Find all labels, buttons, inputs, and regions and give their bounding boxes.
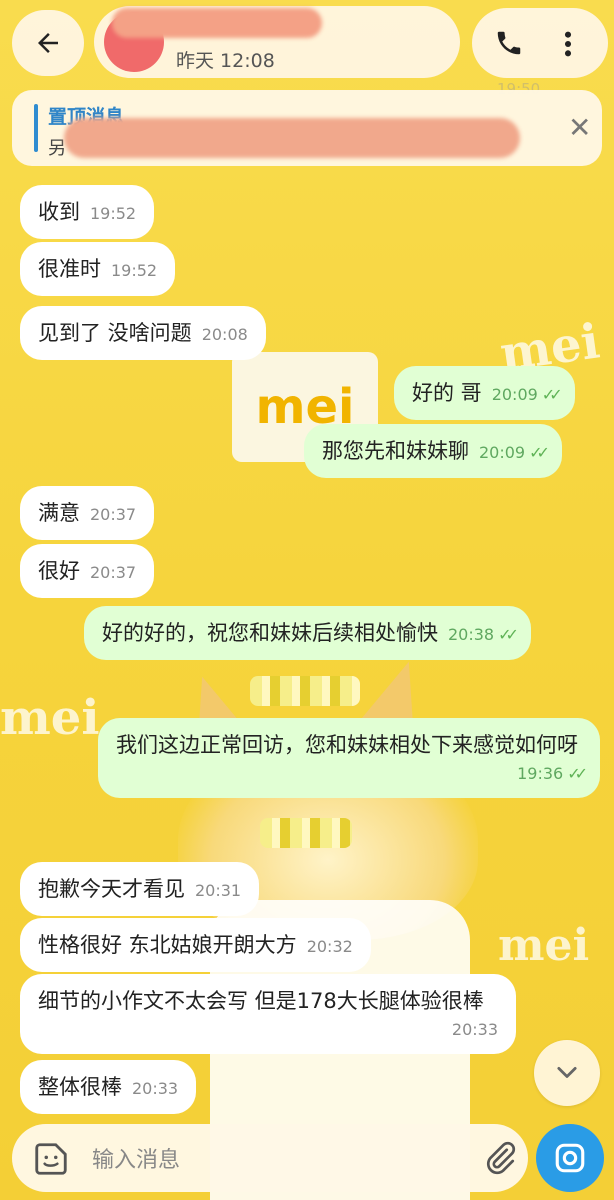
message-bubble[interactable]: 很好 20:37	[20, 544, 155, 599]
message-text: 好的好的，祝您和妹妹后续相处愉快	[102, 621, 438, 645]
message-bubble[interactable]: 好的好的，祝您和妹妹后续相处愉快 20:38 ✓✓	[84, 606, 531, 661]
message-bubble[interactable]: 性格很好 东北姑娘开朗大方 20:32	[20, 918, 371, 973]
message-bubble[interactable]: 整体很棒 20:33	[20, 1060, 197, 1115]
pinned-message[interactable]: 置顶消息 另 ✕	[12, 90, 602, 166]
message-text: 很好	[38, 559, 80, 583]
message-bubble[interactable]: 满意 20:37	[20, 486, 155, 541]
message-time: 20:38	[448, 625, 495, 644]
wallpaper-mosaic	[260, 818, 352, 848]
read-check-icon: ✓✓	[529, 443, 550, 462]
attach-icon[interactable]	[482, 1140, 518, 1176]
message-text: 我们这边正常回访，您和妹妹相处下来感觉如何呀	[116, 733, 578, 757]
read-check-icon: ✓✓	[541, 385, 563, 404]
message-time: 19:52	[90, 204, 137, 223]
message-time: 20:33	[451, 1020, 498, 1040]
pinned-text-redacted	[64, 118, 520, 158]
read-check-icon: ✓✓	[567, 764, 588, 784]
camera-button[interactable]	[536, 1124, 604, 1192]
message-time: 20:37	[90, 563, 137, 582]
message-bubble[interactable]: 很准时 19:52	[20, 242, 176, 297]
message-bubble[interactable]: 好的 哥 20:09 ✓✓	[394, 366, 575, 421]
more-vert-icon[interactable]	[560, 30, 576, 58]
message-time: 20:31	[195, 881, 242, 900]
message-time: 20:08	[201, 325, 248, 344]
message-text: 整体很棒	[38, 1075, 122, 1099]
message-time: 20:33	[132, 1079, 179, 1098]
message-text: 收到	[38, 200, 80, 224]
camera-icon	[555, 1143, 585, 1173]
message-bubble[interactable]: 抱歉今天才看见 20:31	[20, 862, 260, 917]
scroll-to-bottom-button[interactable]	[534, 1040, 600, 1106]
wallpaper-watermark: mei	[0, 690, 100, 746]
back-arrow-icon	[38, 33, 58, 53]
message-bubble[interactable]: 我们这边正常回访，您和妹妹相处下来感觉如何呀 19:36 ✓✓	[98, 718, 600, 798]
message-time: 20:09	[479, 443, 526, 462]
pinned-indicator	[34, 104, 38, 152]
message-text: 很准时	[38, 257, 101, 281]
message-text: 那您先和妹妹聊	[322, 439, 469, 463]
message-text: 满意	[38, 501, 80, 525]
message-text: 性格很好 东北姑娘开朗大方	[38, 933, 297, 957]
message-bubble[interactable]: 收到 19:52	[20, 185, 155, 240]
message-time: 20:32	[306, 937, 353, 956]
message-text: 见到了 没啥问题	[38, 321, 192, 345]
message-input-bar: 输入消息	[12, 1124, 528, 1192]
message-text: 抱歉今天才看见	[38, 877, 185, 901]
message-input[interactable]: 输入消息	[92, 1142, 180, 1174]
message-bubble[interactable]: 细节的小作文不太会写 但是178大长腿体验很棒 20:33	[20, 974, 516, 1054]
read-check-icon: ✓✓	[498, 625, 519, 644]
close-icon[interactable]: ✕	[568, 114, 591, 142]
message-text: 细节的小作文不太会写 但是178大长腿体验很棒	[38, 989, 484, 1013]
message-bubble[interactable]: 那您先和妹妹聊 20:09 ✓✓	[304, 424, 562, 479]
message-bubble[interactable]: 见到了 没啥问题 20:08	[20, 306, 266, 361]
chevron-down-icon	[557, 1066, 577, 1078]
chat-header[interactable]: 昨天 12:08	[94, 6, 460, 78]
message-time: 20:37	[90, 505, 137, 524]
wallpaper-watermark: mei	[498, 920, 590, 971]
back-button[interactable]	[12, 10, 84, 76]
message-time: 19:36	[517, 764, 564, 784]
message-time: 20:09	[491, 385, 538, 404]
header-actions	[472, 8, 608, 78]
chat-title-redacted	[112, 8, 322, 38]
sticker-icon[interactable]	[32, 1140, 70, 1178]
wallpaper-mosaic	[250, 676, 360, 706]
phone-icon[interactable]	[494, 28, 524, 58]
last-seen: 昨天 12:08	[176, 50, 275, 72]
message-time: 19:52	[111, 261, 158, 280]
message-text: 好的 哥	[412, 381, 482, 405]
